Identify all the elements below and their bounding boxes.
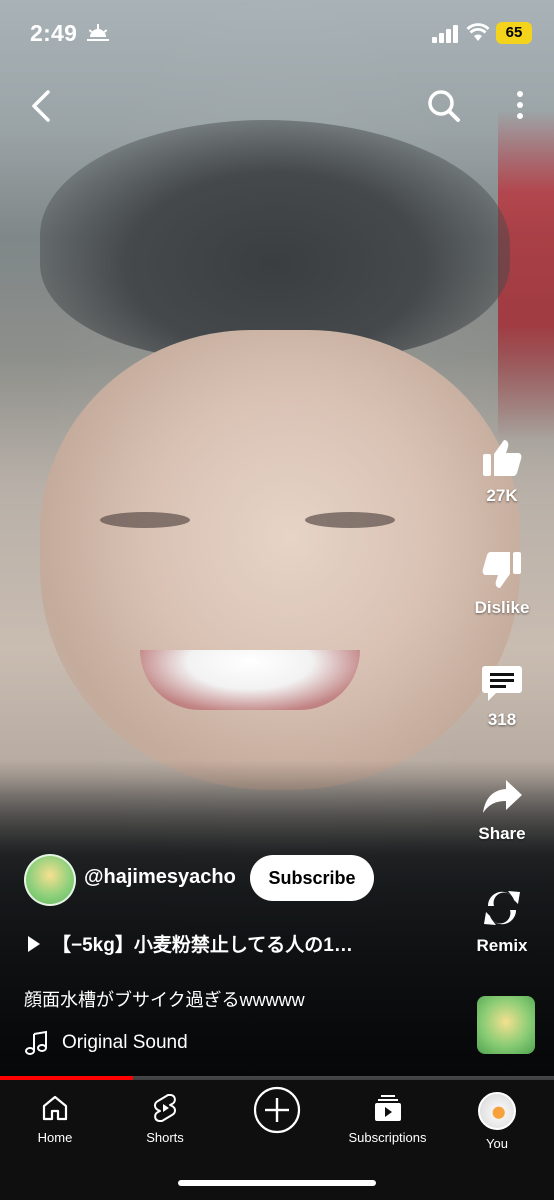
thumbs-down-icon: [482, 552, 521, 588]
nav-shorts[interactable]: Shorts: [120, 1092, 210, 1145]
nav-home-label: Home: [37, 1130, 73, 1145]
plus-circle-icon: [253, 1086, 301, 1134]
youtube-shorts-player: 2:49 65 27K Dislike 318 Share Remix @haj…: [0, 0, 554, 1200]
remix-label: Remix: [476, 936, 528, 955]
video-description[interactable]: 顔面水槽がブサイク過ぎるwwwww: [24, 986, 305, 1012]
cellular-signal-icon: [432, 25, 458, 43]
comment-icon: [482, 666, 522, 701]
play-icon: [28, 936, 40, 952]
share-arrow-icon: [483, 780, 522, 813]
nav-home[interactable]: Home: [10, 1092, 100, 1145]
bottom-navigation: Home Shorts Subscriptions You: [0, 1080, 554, 1200]
remix-icon: [484, 891, 520, 925]
comments-count: 318: [487, 710, 517, 729]
search-icon[interactable]: [424, 86, 464, 126]
status-time: 2:49: [30, 20, 78, 46]
nav-you[interactable]: You: [452, 1092, 542, 1151]
subscribe-button[interactable]: Subscribe: [250, 855, 374, 901]
subscriptions-icon: [374, 1095, 401, 1121]
like-button[interactable]: 27K: [450, 436, 554, 506]
sound-link[interactable]: Original Sound: [24, 1028, 324, 1058]
sunrise-icon: [87, 24, 109, 41]
more-vertical-icon[interactable]: [500, 86, 540, 126]
like-count: 27K: [486, 486, 518, 505]
sound-label: Original Sound: [62, 1032, 188, 1053]
create-button[interactable]: [232, 1086, 322, 1134]
channel-avatar[interactable]: [24, 854, 76, 906]
user-avatar: [478, 1092, 516, 1130]
back-icon[interactable]: [22, 86, 62, 126]
wifi-icon: [466, 23, 490, 41]
share-button[interactable]: Share: [450, 774, 554, 844]
status-bar: 2:49 65: [0, 0, 554, 66]
home-icon: [42, 1095, 68, 1121]
sound-thumbnail[interactable]: [477, 996, 535, 1054]
thumbs-up-icon: [483, 440, 522, 476]
channel-handle[interactable]: @hajimesyacho: [84, 866, 236, 889]
shorts-icon: [154, 1094, 176, 1122]
nav-you-label: You: [486, 1136, 508, 1151]
related-video-link[interactable]: 【−5kg】小麦粉禁止してる人の1…: [28, 930, 388, 958]
nav-shorts-label: Shorts: [146, 1130, 184, 1145]
nav-subscriptions[interactable]: Subscriptions: [335, 1092, 440, 1145]
home-indicator: [178, 1180, 376, 1186]
comments-button[interactable]: 318: [450, 660, 554, 730]
dislike-button[interactable]: Dislike: [450, 548, 554, 618]
dislike-label: Dislike: [474, 598, 530, 617]
music-note-icon: [25, 1030, 47, 1055]
battery-indicator: 65: [496, 22, 532, 44]
nav-subscriptions-label: Subscriptions: [348, 1130, 427, 1145]
share-label: Share: [478, 824, 526, 843]
related-video-title: 【−5kg】小麦粉禁止してる人の1…: [52, 935, 353, 956]
remix-button[interactable]: Remix: [450, 886, 554, 956]
